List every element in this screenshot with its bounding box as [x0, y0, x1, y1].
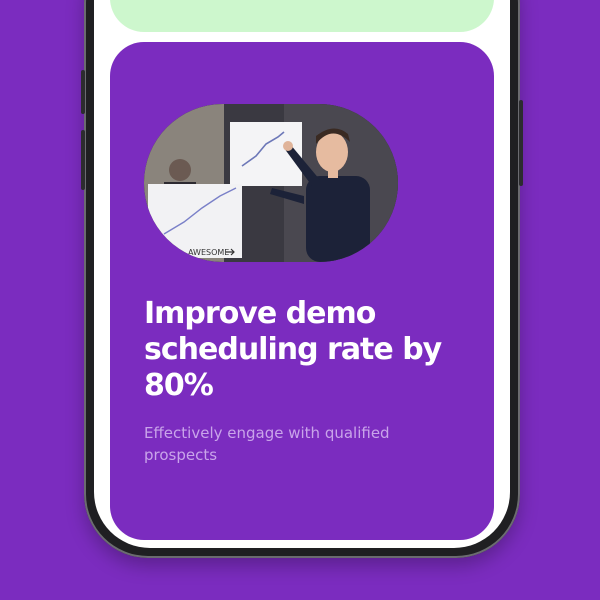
person-left: [169, 159, 191, 181]
phone-frame: AWESOME Improve demo scheduling rate by …: [81, 0, 523, 558]
feature-card: AWESOME Improve demo scheduling rate by …: [110, 42, 494, 540]
phone-screen: AWESOME Improve demo scheduling rate by …: [94, 0, 510, 548]
phone-power-button: [519, 100, 523, 186]
card-subtext: Effectively engage with qualified prospe…: [144, 424, 390, 464]
card-headline: Improve demo scheduling rate by 80%: [144, 296, 442, 403]
team-photo-illustration: AWESOME: [144, 104, 398, 262]
svg-text:AWESOME: AWESOME: [188, 248, 229, 257]
previous-card: [110, 0, 494, 32]
promo-stage: AWESOME Improve demo scheduling rate by …: [0, 0, 600, 600]
phone-volume-button: [81, 130, 85, 190]
left-sign: AWESOME: [148, 184, 242, 258]
team-photo: AWESOME: [144, 104, 398, 262]
phone-side-button: [81, 70, 85, 114]
